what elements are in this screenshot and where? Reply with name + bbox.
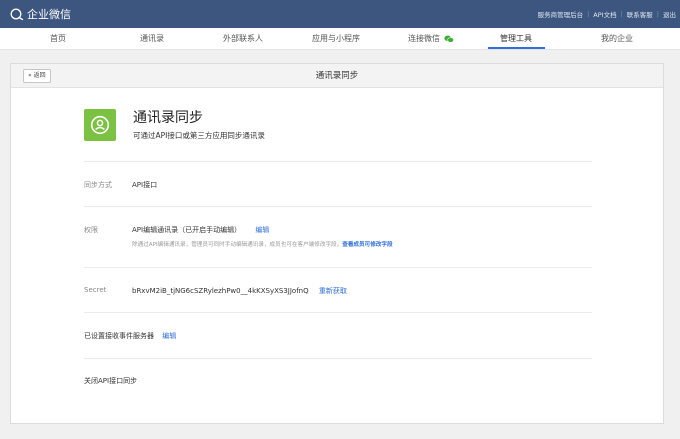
top-link-separator: | [620, 10, 623, 18]
service-provider-link[interactable]: 服务商管理后台 [538, 9, 584, 19]
app-description: 可通过API接口或第三方应用同步通讯录 [133, 131, 265, 140]
top-links: 服务商管理后台 | API文档 | 联系客服 | 退出 [538, 9, 676, 19]
secret-label: Secret [84, 286, 107, 294]
permission-value: API编辑通讯录（已开启手动编辑） [132, 226, 242, 234]
top-bar: 企业微信 服务商管理后台 | API文档 | 联系客服 | 退出 [0, 0, 680, 28]
nav-item-connect-wechat[interactable]: 连接微信 [408, 28, 454, 50]
secret-row: bRxvM2iB_tjNG6cSZRylezhPw0__4kKXSyXS3JJo… [132, 286, 347, 296]
nav-item-contacts[interactable]: 通讯录 [140, 28, 164, 50]
event-server-edit-link[interactable]: 编辑 [162, 332, 176, 340]
contact-person-icon [90, 115, 110, 135]
nav-item-my-enterprise[interactable]: 我的企业 [601, 28, 633, 50]
sync-method-label: 同步方式 [84, 181, 112, 189]
top-link-separator: | [656, 10, 659, 18]
permission-row: API编辑通讯录（已开启手动编辑） 编辑 [132, 225, 269, 235]
logout-link[interactable]: 退出 [663, 9, 676, 19]
permission-note: 除通过API编辑通讯录，管理员可同时手动编辑通讯录，成员也可在客户端修改字段。查… [132, 240, 393, 248]
sync-method-value: API接口 [132, 181, 158, 189]
active-tab-indicator [488, 47, 545, 49]
api-docs-link[interactable]: API文档 [593, 9, 616, 19]
panel-title: 通讯录同步 [315, 71, 359, 81]
permission-edit-link[interactable]: 编辑 [255, 226, 269, 234]
contacts-sync-app-icon [84, 109, 116, 141]
section-divider [84, 161, 592, 162]
section-divider [84, 312, 592, 313]
contact-support-link[interactable]: 联系客服 [627, 9, 653, 19]
back-button[interactable]: « 返回 [23, 69, 51, 83]
close-api-sync-link[interactable]: 关闭API接口同步 [84, 376, 137, 386]
top-link-separator: | [587, 10, 590, 18]
permission-note-text: 除通过API编辑通讯录，管理员可同时手动编辑通讯录，成员也可在客户端修改字段。 [132, 242, 343, 248]
section-divider [84, 358, 592, 359]
content-panel: 通讯录同步 « 返回 通讯录同步 可通过API接口或第三方应用同步通讯录 同步方… [10, 63, 664, 424]
main-nav: 首页 通讯录 外部联系人 应用与小程序 连接微信 管理工具 我的企业 [0, 28, 680, 50]
nav-item-external-contacts[interactable]: 外部联系人 [223, 28, 263, 50]
panel-header: 通讯录同步 « 返回 [11, 64, 663, 88]
wechat-icon [444, 35, 454, 43]
section-divider [84, 206, 592, 207]
chat-logo-icon [10, 8, 24, 20]
nav-item-home[interactable]: 首页 [50, 28, 66, 50]
section-divider [84, 267, 592, 268]
view-editable-fields-link[interactable]: 查看成员可修改字段 [342, 242, 392, 248]
nav-item-connect-wechat-label: 连接微信 [408, 34, 440, 43]
nav-item-apps[interactable]: 应用与小程序 [312, 28, 360, 50]
refresh-secret-link[interactable]: 重新获取 [319, 287, 347, 295]
app-title: 通讯录同步 [133, 110, 203, 126]
permission-label: 权限 [84, 226, 98, 234]
secret-value: bRxvM2iB_tjNG6cSZRylezhPw0__4kKXSyXS3JJo… [132, 287, 309, 295]
event-server-status: 已设置接收事件服务器 [84, 332, 154, 340]
logo-text: 企业微信 [27, 8, 71, 21]
event-server-row: 已设置接收事件服务器 编辑 [84, 331, 176, 341]
logo[interactable]: 企业微信 [10, 6, 71, 22]
